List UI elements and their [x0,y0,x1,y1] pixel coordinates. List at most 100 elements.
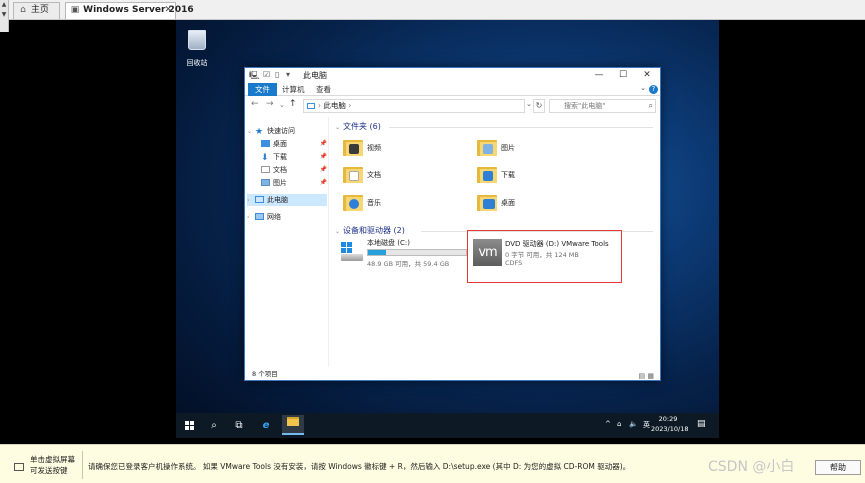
navigation-pane: ⌄ ★ 快速访问 桌面 📌 ⬇ 下载 📌 文档 📌 图片 📌 › 此电脑 › 网络 [245,117,329,367]
expand-ribbon-icon[interactable]: ⌄ [640,84,646,92]
folder-pictures[interactable]: 图片 [477,138,597,160]
folder-music[interactable]: 音乐 [343,193,463,215]
nav-quick-access[interactable]: ⌄ ★ 快速访问 [247,125,327,137]
status-bar: 8 个项目 ▤ ▦ [245,368,660,380]
collapse-icon: ⌄ [335,124,341,131]
forward-arrow-icon[interactable]: → [266,99,274,109]
address-bar[interactable]: › 此电脑 › [303,99,525,113]
pin-icon[interactable]: 📌 [320,164,327,176]
task-view-button[interactable]: ⧉ [230,417,248,434]
watermark: CSDN @小白 [708,459,795,475]
hint-left-line1: 单击虚拟屏幕 [30,455,75,464]
home-icon: ⌂ [20,5,26,15]
search-icon: ⌕ [648,101,653,110]
drive-name: 本地磁盘 (C:) [367,239,410,247]
recent-chevron-icon[interactable]: ⌄ [279,101,285,109]
nav-item-documents[interactable]: 文档 📌 [261,164,327,176]
close-button[interactable]: ✕ [635,68,659,83]
folder-desktop[interactable]: 桌面 [477,193,597,215]
folder-label: 文档 [367,171,381,179]
network-icon [255,213,264,220]
nav-this-pc[interactable]: › 此电脑 [247,194,327,206]
network-tray-icon[interactable]: ⌂ [617,420,621,428]
maximize-button[interactable]: ☐ [611,68,635,83]
nav-item-pictures[interactable]: 图片 📌 [261,177,327,189]
download-icon: ⬇ [261,153,269,163]
input-language[interactable]: 英 [643,420,650,430]
chevron-down-icon[interactable]: ▾ [286,70,290,79]
nav-item-desktop[interactable]: 桌面 📌 [261,138,327,150]
edge-browser-icon[interactable]: e [257,417,275,434]
tray-chevron-icon[interactable]: ^ [605,420,611,428]
vm-icon: ▣ [70,5,80,15]
pin-icon[interactable]: 📌 [320,138,327,150]
address-dropdown-icon[interactable]: ⌄ [526,100,532,108]
devices-group-label: 设备和驱动器 (2) [343,226,405,235]
start-button[interactable] [180,417,198,434]
recycle-bin-icon [188,30,206,50]
explorer-titlebar[interactable]: 🖳 ☑ ▯ ▾ 此电脑 — ☐ ✕ [245,68,660,83]
host-tab-home-label: 主页 [30,5,49,15]
minimize-button[interactable]: — [587,68,611,83]
star-icon: ★ [255,127,264,137]
help-button[interactable]: 帮助 [815,460,861,475]
search-taskbar-button[interactable]: ⌕ [205,417,223,434]
nav-item-downloads[interactable]: ⬇ 下载 📌 [261,151,327,163]
tab-view[interactable]: 查看 [309,83,338,96]
new-folder-icon[interactable]: ▯ [275,70,279,79]
host-tab-strip: ▲ ▼ ⌂ 主页 ▣ Windows Server 2016 ✕ [0,0,865,32]
nav-item-label: 图片 [273,179,287,187]
folder-label: 图片 [501,144,515,152]
folder-documents[interactable]: 文档 [343,165,463,187]
window-title: 此电脑 [303,71,327,80]
hard-disk-icon [341,254,363,261]
back-arrow-icon[interactable]: ← [251,99,259,109]
drive-usage-fill [368,250,386,255]
speaker-icon[interactable]: 🔈 [629,420,638,428]
properties-icon[interactable]: ☑ [263,70,270,79]
tab-file[interactable]: 文件 [248,83,277,96]
nav-this-pc-label: 此电脑 [267,196,288,204]
hint-left-line2: 可发送按键 [30,466,68,475]
search-input[interactable]: 搜索"此电脑" ⌕ [549,99,656,113]
folder-downloads[interactable]: 下载 [477,165,597,187]
help-icon[interactable]: ? [649,85,658,94]
recycle-bin-shortcut[interactable]: 回收站 [185,30,209,67]
address-row: ← → ⌄ ↑ › 此电脑 › ⌄ ↻ 搜索"此电脑" ⌕ [245,97,660,115]
clock[interactable]: 20:29 2023/10/18 [651,414,689,434]
tab-scroll-arrows[interactable]: ▲ ▼ [0,0,9,32]
nav-network[interactable]: › 网络 [247,211,327,223]
refresh-button[interactable]: ↻ [533,99,545,113]
up-arrow-icon[interactable]: ↑ [289,99,297,109]
devices-group-header[interactable]: ⌄ 设备和驱动器 (2) [335,225,405,236]
this-pc-icon [307,103,315,109]
close-icon[interactable]: ✕ [164,3,172,18]
drive-usage-bar [367,249,467,256]
nav-item-label: 桌面 [273,140,287,148]
drive-c[interactable]: 本地磁盘 (C:) 48.9 GB 可用，共 59.4 GB [341,238,471,268]
nav-network-label: 网络 [267,213,281,221]
clock-date: 2023/10/18 [651,425,689,433]
collapse-icon: ⌄ [335,228,341,235]
host-tab-vm-label: Windows Server 2016 [83,5,194,15]
picture-folder-icon [477,138,497,156]
windows-start-icon [184,420,194,430]
folders-group-header[interactable]: ⌄ 文件夹 (6) [335,121,381,132]
host-tab-vm[interactable]: ▣ Windows Server 2016 ✕ [65,2,194,19]
nav-item-label: 文档 [273,166,287,174]
windows-logo-icon [341,242,352,253]
folder-videos[interactable]: 视频 [343,138,463,160]
host-tab-home[interactable]: ⌂ 主页 [13,2,60,19]
this-pc-icon [255,196,264,203]
clock-time: 20:29 [658,415,678,423]
file-explorer-taskbar-button[interactable] [282,415,304,435]
notification-icon[interactable]: ▤ [697,419,706,429]
tab-computer[interactable]: 计算机 [275,83,312,96]
folder-label: 下载 [501,171,515,179]
pin-icon[interactable]: 📌 [320,177,327,189]
document-icon [261,166,270,173]
folder-label: 音乐 [367,199,381,207]
view-toggle-icons[interactable]: ▤ ▦ [639,370,654,382]
desktop-icon [261,140,270,147]
pin-icon[interactable]: 📌 [320,151,327,163]
